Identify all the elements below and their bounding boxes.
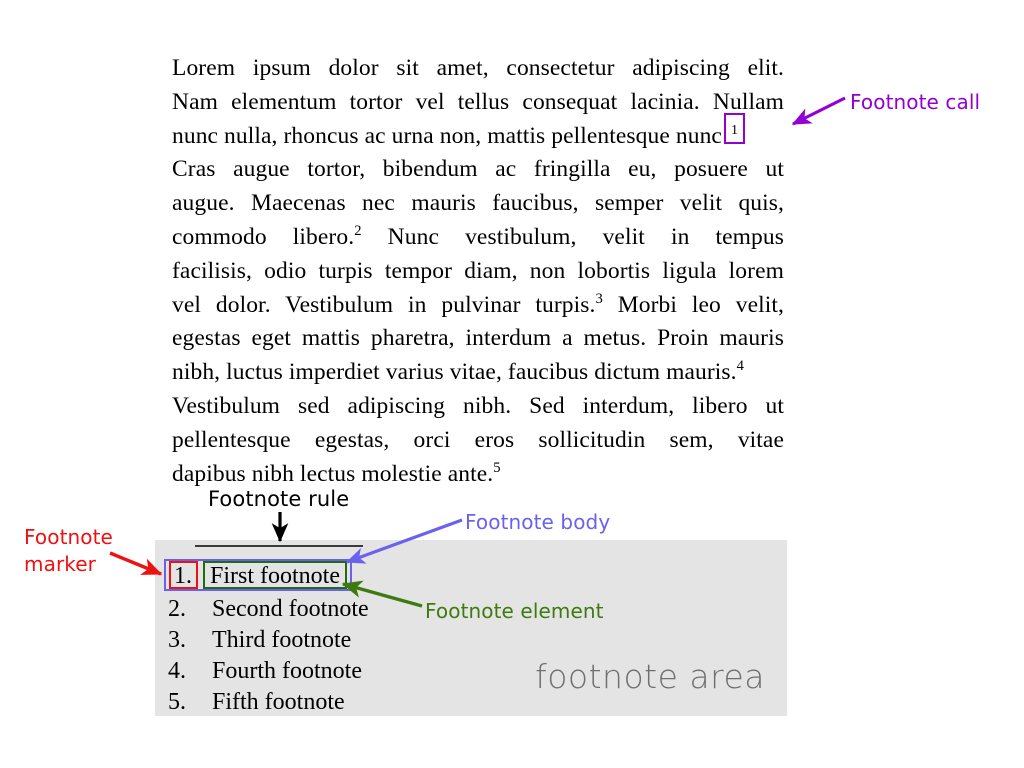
footnote-call-2[interactable]: 2 bbox=[354, 223, 361, 239]
footnote-marker: 4. bbox=[168, 658, 186, 684]
footnote-item-4[interactable]: 4. Fourth footnote bbox=[161, 656, 581, 687]
footnote-text: Third footnote bbox=[212, 627, 352, 653]
annotation-footnote-body: Footnote body bbox=[465, 510, 611, 534]
paragraph-line-text: nibh, luctus imperdiet varius vitae, fau… bbox=[172, 359, 737, 386]
footnote-call-4[interactable]: 4 bbox=[737, 358, 744, 374]
annotation-footnote-marker-line1: Footnote bbox=[24, 525, 113, 549]
annotation-footnote-element: Footnote element bbox=[425, 599, 604, 623]
paragraph-line-text: nunc nulla, rhoncus ac urna non, mattis … bbox=[172, 122, 722, 149]
paragraph-line-text: Lorem ipsum dolor sit amet, consectetur … bbox=[172, 55, 784, 81]
body-paragraph: Lorem ipsum dolor sit amet, consectetur … bbox=[172, 52, 784, 491]
paragraph-line-text: commodo libero. bbox=[172, 223, 355, 250]
paragraph-line: nibh, luctus imperdiet varius vitae, fau… bbox=[172, 356, 784, 390]
paragraph-line-text: Vestibulum sed adipiscing nibh. Sed inte… bbox=[172, 392, 784, 419]
arrow-footnote-call bbox=[791, 96, 846, 126]
footnote-marker-box: 1. bbox=[169, 560, 198, 589]
footnote-call-1-box[interactable]: 1 bbox=[723, 112, 746, 145]
footnote-body-box: 1. First footnote bbox=[164, 559, 352, 591]
paragraph-line-text: facilisis, odio turpis tempor diam, non … bbox=[172, 257, 784, 284]
paragraph-line: egestas eget mattis pharetra, interdum a… bbox=[172, 322, 784, 356]
paragraph-line: Vestibulum sed adipiscing nibh. Sed inte… bbox=[172, 390, 784, 424]
footnote-area-label: footnote area bbox=[535, 657, 765, 696]
footnote-text: Second footnote bbox=[212, 596, 369, 622]
paragraph-line-text: augue. Maecenas nec mauris faucibus, sem… bbox=[172, 190, 784, 217]
footnote-call-1-text: 1 bbox=[730, 122, 739, 138]
paragraph-line-text: Cras augue tortor, bibendum ac fringilla… bbox=[172, 156, 784, 183]
paragraph-line-text: Nam elementum tortor vel tellus consequa… bbox=[172, 88, 784, 115]
footnote-element-box: First footnote bbox=[203, 560, 347, 589]
paragraph-line: pellentesque egestas, orci eros sollicit… bbox=[172, 424, 784, 458]
footnote-call-3[interactable]: 3 bbox=[595, 291, 602, 307]
footnote-marker: 2. bbox=[168, 596, 186, 622]
footnote-rule bbox=[195, 545, 363, 547]
paragraph-line: Nam elementum tortor vel tellus consequa… bbox=[172, 86, 784, 120]
paragraph-line-text: Morbi leo velit, bbox=[602, 291, 784, 318]
paragraph-line-text: dapibus nibh lectus molestie ante. bbox=[172, 460, 494, 487]
footnote-text: Fourth footnote bbox=[212, 658, 362, 684]
footnote-list: 1. First footnote 2. Second footnote 3. … bbox=[161, 556, 581, 718]
annotation-footnote-marker-line2: marker bbox=[24, 552, 96, 576]
annotation-footnote-call: Footnote call bbox=[850, 90, 981, 114]
paragraph-line-text: egestas eget mattis pharetra, interdum a… bbox=[172, 325, 784, 352]
footnote-marker: 5. bbox=[168, 689, 186, 715]
paragraph-line: Lorem ipsum dolor sit amet, consectetur … bbox=[172, 52, 784, 86]
paragraph-line: facilisis, odio turpis tempor diam, non … bbox=[172, 255, 784, 289]
annotation-footnote-rule: Footnote rule bbox=[208, 487, 350, 511]
footnote-item-3[interactable]: 3. Third footnote bbox=[161, 625, 581, 656]
paragraph-line: vel dolor. Vestibulum in pulvinar turpis… bbox=[172, 289, 784, 323]
paragraph-line-text: vel dolor. Vestibulum in pulvinar turpis… bbox=[172, 291, 596, 318]
footnote-item-5[interactable]: 5. Fifth footnote bbox=[161, 687, 581, 718]
footnote-text: Fifth footnote bbox=[212, 689, 345, 715]
footnote-call-5[interactable]: 5 bbox=[493, 460, 500, 476]
diagram-canvas: Lorem ipsum dolor sit amet, consectetur … bbox=[0, 0, 1024, 768]
paragraph-line: augue. Maecenas nec mauris faucibus, sem… bbox=[172, 187, 784, 221]
footnote-marker: 3. bbox=[168, 627, 186, 653]
paragraph-line: Cras augue tortor, bibendum ac fringilla… bbox=[172, 153, 784, 187]
paragraph-line-text: pellentesque egestas, orci eros sollicit… bbox=[172, 426, 784, 453]
footnote-area: 1. First footnote 2. Second footnote 3. … bbox=[155, 540, 787, 716]
paragraph-line-text: Nunc vestibulum, velit in tempus bbox=[361, 223, 785, 250]
footnote-item-1[interactable]: 1. First footnote bbox=[164, 556, 581, 594]
paragraph-line: commodo libero.2 Nunc vestibulum, velit … bbox=[172, 221, 784, 255]
annotation-footnote-marker: Footnote marker bbox=[24, 524, 154, 578]
paragraph-line: nunc nulla, rhoncus ac urna non, mattis … bbox=[172, 112, 784, 154]
